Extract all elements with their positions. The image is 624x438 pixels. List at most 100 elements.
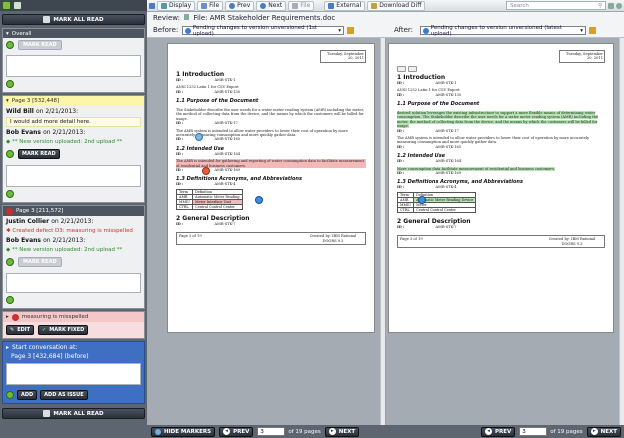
defect-panel: ▸ measuring is misspelled ✎ EDIT ✔ MARK FI… — [2, 311, 145, 339]
page-toolbar — [397, 65, 605, 72]
defect-marker[interactable] — [202, 167, 210, 175]
after-page: Tuesday, September 20, 2011 1 Introducti… — [388, 43, 614, 333]
file-icon — [201, 2, 208, 9]
prev-page-button[interactable]: ◂ PREV — [219, 426, 254, 437]
version-icon — [423, 27, 429, 34]
bug-icon: ✱ — [6, 228, 11, 234]
before-document-pane[interactable]: Tuesday, September 20, 2011 1 Introducti… — [147, 38, 385, 425]
prev-button[interactable]: Prev — [225, 0, 255, 11]
page-date: Tuesday, September 20, 2011 — [320, 50, 366, 63]
edit-button[interactable]: ✎ EDIT — [6, 325, 35, 335]
help-icon[interactable] — [616, 2, 622, 9]
author: Bob Evans — [6, 237, 41, 244]
pencil-icon: ✎ — [10, 327, 15, 333]
file-icon — [184, 14, 190, 20]
conversation-target: Page 3 [432,684] (before) — [11, 353, 89, 360]
add-icon-2[interactable] — [6, 80, 14, 88]
add-icon-3[interactable] — [6, 190, 14, 198]
scrollbar[interactable] — [619, 38, 624, 425]
mark-fixed-button[interactable]: ✔ MARK FIXED — [38, 325, 89, 335]
page-count: of 19 pages — [288, 428, 321, 435]
conversation-input[interactable] — [6, 363, 141, 385]
triangle-icon: ▾ — [6, 98, 9, 104]
comment-text: I would add more detail here. — [6, 117, 141, 127]
thread-panel-1: ▾ Page 3 [532,448] Wild Bill on 2/21/201… — [2, 95, 145, 203]
mark-read-button[interactable]: MARK READ — [18, 149, 60, 159]
arrow-right-icon: ▸ — [328, 428, 336, 435]
arrow-right-icon: ▸ — [590, 428, 598, 435]
mark-read-button-disabled[interactable]: MARK READ — [18, 257, 62, 267]
comment-input[interactable] — [6, 55, 141, 77]
add-as-issue-button[interactable]: ADD AS ISSUE — [40, 390, 88, 400]
add-icon[interactable] — [6, 41, 14, 49]
next-page-button[interactable]: ▸ NEXT — [324, 426, 360, 437]
add-icon[interactable] — [6, 391, 14, 399]
monitor-icon — [161, 2, 167, 9]
review-header: Review: File: AMR Stakeholder Requiremen… — [147, 12, 624, 38]
heading: 1 Introduction — [397, 73, 446, 81]
thread-2-header[interactable]: Page 3 [211,572] — [3, 206, 144, 216]
page-footer: Page 3 of 19 Created by: IBM Rational DO… — [397, 235, 605, 249]
definitions-table: Term Definition AMR Automatic Meter Readin… — [175, 188, 243, 210]
settings-icon[interactable] — [608, 2, 614, 9]
upload-note: ◆ ** New version uploaded: 2nd upload ** — [6, 247, 123, 253]
author: Bob Evans — [6, 129, 41, 136]
page-input[interactable]: 3 — [257, 427, 286, 436]
comment-marker[interactable] — [255, 196, 263, 204]
download-diff-button[interactable]: Download Diff — [367, 0, 426, 11]
add-bookmark-icon[interactable] — [347, 27, 354, 34]
reply-input[interactable] — [6, 273, 141, 293]
before-version-select[interactable]: Pending changes to version unversioned (… — [182, 25, 344, 37]
comment-marker[interactable] — [418, 196, 426, 204]
next-page-button-after[interactable]: ▸ NEXT — [586, 426, 621, 437]
scrollbar[interactable] — [380, 38, 385, 425]
file-button[interactable]: File — [197, 0, 224, 11]
add-button[interactable]: ADD — [17, 390, 38, 400]
marker-icon — [155, 428, 161, 435]
before-page: Tuesday, September 20, 2011 1 Introducti… — [167, 43, 375, 333]
mark-read-button-disabled[interactable]: MARK READ — [18, 40, 62, 50]
eye-icon[interactable] — [397, 65, 406, 72]
arrow-left-icon — [229, 2, 236, 9]
download-icon — [371, 2, 378, 9]
add-bookmark-icon[interactable] — [589, 27, 596, 34]
add-icon[interactable] — [6, 150, 14, 158]
hide-markers-button[interactable]: HIDE MARKERS — [151, 426, 216, 437]
definitions-table: Term Definition AMR Automatic Meter Readin… — [396, 191, 477, 213]
icon-2[interactable] — [13, 1, 22, 10]
after-version-select[interactable]: Pending changes to version unversioned (… — [420, 25, 586, 37]
home-icon[interactable] — [149, 2, 155, 9]
reply-input[interactable] — [6, 165, 141, 187]
page-input-after[interactable]: 3 — [519, 427, 548, 436]
date: on 2/21/2013: — [35, 108, 79, 115]
mark-all-read-bottom-button[interactable]: MARK ALL READ — [2, 408, 145, 419]
display-button[interactable]: Display — [157, 0, 196, 11]
prev-page-button-after[interactable]: ◂ PREV — [480, 426, 516, 437]
upload-icon: ◆ — [6, 139, 11, 145]
search-icon: ⚲ — [597, 2, 602, 9]
defect-header[interactable]: ▸ measuring is misspelled — [3, 312, 144, 322]
file2-button[interactable]: File — [288, 0, 315, 11]
thread-1-header[interactable]: ▾ Page 3 [532,448] — [3, 96, 144, 106]
external-button[interactable]: External — [324, 0, 366, 11]
thread-panel-2: Page 3 [211,572] Justin Collier on 2/21/… — [2, 205, 145, 309]
doc-icon[interactable] — [408, 65, 417, 72]
after-document-pane[interactable]: Tuesday, September 20, 2011 1 Introducti… — [386, 38, 624, 425]
mark-all-read-button[interactable]: MARK ALL READ — [2, 14, 145, 25]
arrow-right-icon — [260, 2, 267, 9]
defect-icon — [11, 313, 19, 321]
overall-panel: ▾ Overall MARK READ — [2, 28, 145, 93]
heading: 1 Introduction — [176, 70, 225, 78]
author: Justin Collier — [6, 218, 50, 225]
defect-icon — [6, 207, 13, 215]
arrow-left-icon: ◂ — [484, 428, 492, 435]
search-input[interactable]: Search ⚲ — [506, 1, 606, 10]
next-button[interactable]: Next — [256, 0, 287, 11]
before-label: Before: — [153, 26, 179, 34]
date: on 2/21/2013: — [43, 129, 86, 136]
icon-1[interactable] — [2, 1, 11, 10]
comment-marker[interactable] — [195, 133, 203, 141]
add-icon-4[interactable] — [6, 296, 14, 304]
add-icon[interactable] — [6, 258, 14, 266]
bottom-navigation-bar: HIDE MARKERS ◂ PREV 3 of 19 pages ▸ NEXT ◂… — [147, 425, 624, 438]
